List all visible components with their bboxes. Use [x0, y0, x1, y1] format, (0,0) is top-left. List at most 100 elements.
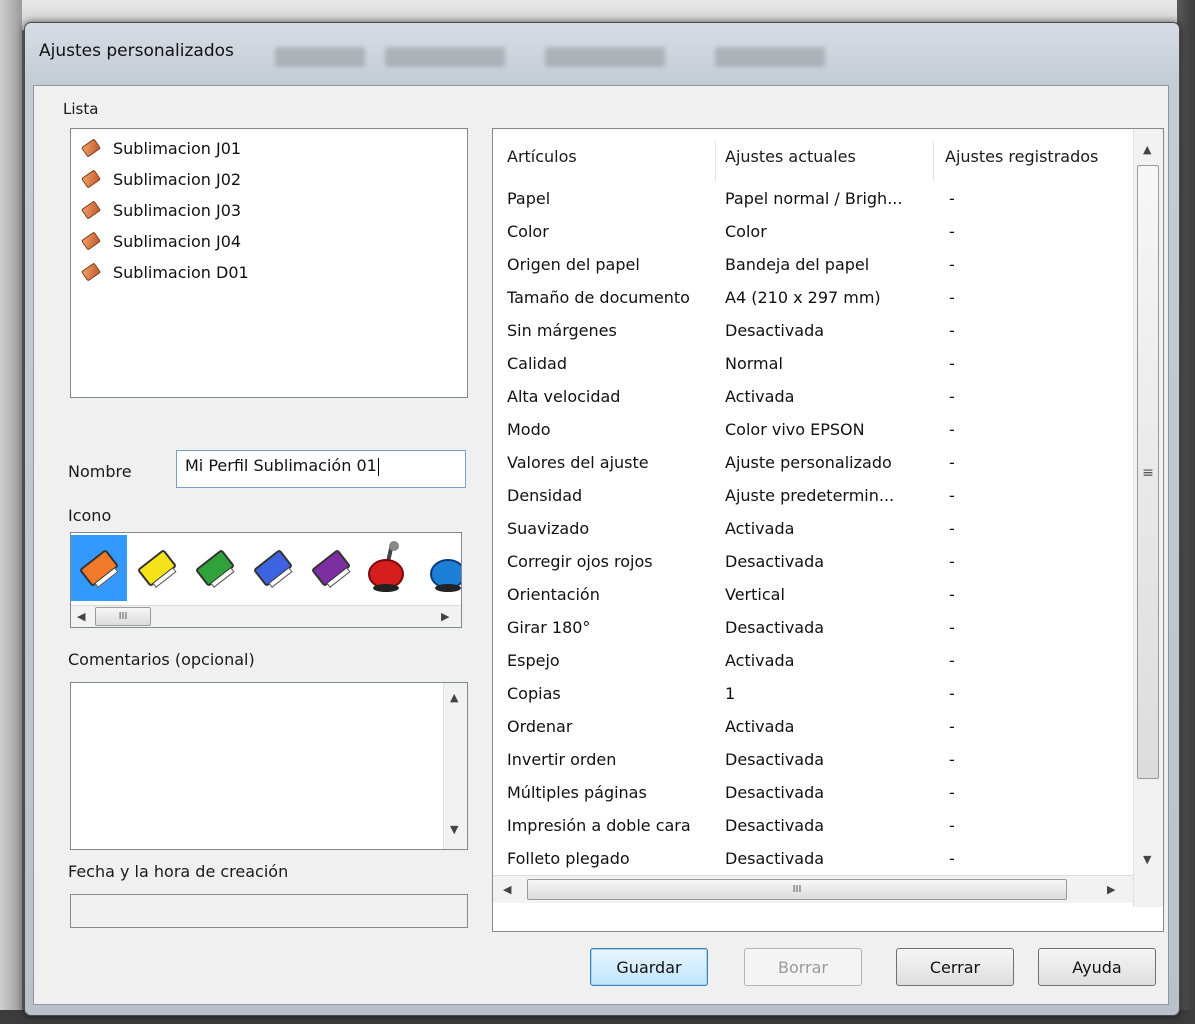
- ayuda-button[interactable]: Ayuda: [1038, 948, 1156, 986]
- comentarios-textarea[interactable]: ▲ ▼: [70, 682, 468, 850]
- scroll-up-arrow-icon[interactable]: ▲: [1143, 143, 1151, 156]
- icon-option-orange[interactable]: [71, 535, 127, 601]
- table-cell: -: [949, 189, 955, 208]
- fecha-label: Fecha y la hora de creación: [68, 862, 289, 881]
- column-header-ajustes-actuales[interactable]: Ajustes actuales: [725, 147, 856, 166]
- table-row[interactable]: Sin márgenes Desactivada -: [493, 315, 1133, 348]
- icon-option-green[interactable]: [187, 535, 243, 601]
- icon-horizontal-scrollbar[interactable]: ◀ III ▶: [71, 605, 461, 627]
- comentarios-vertical-scrollbar[interactable]: ▲ ▼: [443, 683, 467, 849]
- table-cell: Activada: [725, 519, 795, 538]
- table-cell: -: [949, 354, 955, 373]
- profile-icon: [81, 200, 101, 220]
- table-row[interactable]: Color Color -: [493, 216, 1133, 249]
- list-item-label: Sublimacion J04: [113, 231, 242, 251]
- scroll-left-arrow-icon[interactable]: ◀: [77, 610, 85, 623]
- table-cell: Color: [725, 222, 767, 241]
- green-book-icon: [194, 548, 236, 588]
- table-cell: Activada: [725, 651, 795, 670]
- icon-picker[interactable]: ◀ III ▶: [70, 532, 462, 628]
- orange-book-icon: [78, 548, 120, 588]
- icon-option-red-stamp[interactable]: [361, 535, 417, 601]
- list-item[interactable]: Sublimacion J01: [81, 133, 241, 163]
- borrar-button[interactable]: Borrar: [744, 948, 862, 986]
- table-cell: -: [949, 420, 955, 439]
- column-header-ajustes-registrados[interactable]: Ajustes registrados: [945, 147, 1098, 166]
- table-cell: -: [949, 387, 955, 406]
- scroll-down-arrow-icon[interactable]: ▼: [450, 823, 458, 836]
- table-row[interactable]: Modo Color vivo EPSON -: [493, 414, 1133, 447]
- blurred-background-tab: [545, 47, 665, 67]
- list-item[interactable]: Sublimacion J02: [81, 164, 241, 194]
- table-row[interactable]: Girar 180° Desactivada -: [493, 612, 1133, 645]
- table-cell: Tamaño de documento: [507, 288, 690, 307]
- table-row[interactable]: Papel Papel normal / Brigh... -: [493, 183, 1133, 216]
- table-row[interactable]: Suavizado Activada -: [493, 513, 1133, 546]
- table-cell: Espejo: [507, 651, 560, 670]
- table-cell: -: [949, 453, 955, 472]
- table-row[interactable]: Valores del ajuste Ajuste personalizado -: [493, 447, 1133, 480]
- profile-icon: [81, 262, 101, 282]
- table-vertical-scrollbar[interactable]: ▲ ≡ ▼: [1133, 129, 1163, 907]
- scroll-up-arrow-icon[interactable]: ▲: [450, 691, 458, 704]
- table-row[interactable]: Densidad Ajuste predetermin... -: [493, 480, 1133, 513]
- table-horizontal-scrollbar[interactable]: ◀ III ▶: [493, 875, 1133, 903]
- text-caret: [377, 457, 379, 476]
- scroll-down-arrow-icon[interactable]: ▼: [1143, 853, 1151, 866]
- table-cell: -: [949, 585, 955, 604]
- blurred-background-tab: [715, 47, 825, 67]
- table-row[interactable]: Calidad Normal -: [493, 348, 1133, 381]
- table-scrollbar-thumb[interactable]: ≡: [1137, 165, 1159, 779]
- table-row[interactable]: Orientación Vertical -: [493, 579, 1133, 612]
- table-cell: -: [949, 222, 955, 241]
- column-header-articulos[interactable]: Artículos: [507, 147, 577, 166]
- scroll-right-arrow-icon[interactable]: ▶: [1107, 883, 1115, 896]
- table-row[interactable]: Tamaño de documento A4 (210 x 297 mm) -: [493, 282, 1133, 315]
- red-stamp-icon: [368, 541, 404, 592]
- list-item[interactable]: Sublimacion J04: [81, 226, 242, 256]
- icon-option-blue[interactable]: [245, 535, 301, 601]
- table-cell: -: [949, 783, 955, 802]
- table-row[interactable]: Ordenar Activada -: [493, 711, 1133, 744]
- icon-option-yellow[interactable]: [129, 535, 185, 601]
- purple-book-icon: [310, 548, 352, 588]
- table-row[interactable]: Impresión a doble cara Desactivada -: [493, 810, 1133, 843]
- scrollbar-thumb[interactable]: III: [95, 607, 151, 626]
- table-cell: Múltiples páginas: [507, 783, 647, 802]
- table-cell: Desactivada: [725, 618, 825, 637]
- table-cell: Vertical: [725, 585, 785, 604]
- table-row[interactable]: Alta velocidad Activada -: [493, 381, 1133, 414]
- cerrar-button[interactable]: Cerrar: [896, 948, 1014, 986]
- table-cell: -: [949, 849, 955, 868]
- table-cell: Sin márgenes: [507, 321, 617, 340]
- list-item[interactable]: Sublimacion J03: [81, 195, 241, 225]
- table-row[interactable]: Invertir orden Desactivada -: [493, 744, 1133, 777]
- table-hscrollbar-thumb[interactable]: III: [527, 879, 1067, 900]
- list-item[interactable]: Sublimacion D01: [81, 257, 249, 287]
- table-cell: Desactivada: [725, 816, 825, 835]
- table-row[interactable]: Múltiples páginas Desactivada -: [493, 777, 1133, 810]
- yellow-book-icon: [136, 548, 178, 588]
- table-cell: A4 (210 x 297 mm): [725, 288, 881, 307]
- table-row[interactable]: Folleto plegado Desactivada -: [493, 843, 1133, 876]
- table-cell: -: [949, 321, 955, 340]
- table-row[interactable]: Espejo Activada -: [493, 645, 1133, 678]
- title-bar[interactable]: Ajustes personalizados: [25, 23, 1179, 85]
- guardar-button[interactable]: Guardar: [590, 948, 708, 986]
- profile-list[interactable]: Sublimacion J01 Sublimacion J02 Sublimac…: [70, 128, 468, 398]
- table-cell: Impresión a doble cara: [507, 816, 691, 835]
- settings-table[interactable]: Artículos Ajustes actuales Ajustes regis…: [492, 128, 1164, 932]
- scroll-right-arrow-icon[interactable]: ▶: [441, 610, 449, 623]
- scroll-left-arrow-icon[interactable]: ◀: [503, 883, 511, 896]
- custom-settings-dialog: Ajustes personalizados Lista Sublimacion…: [24, 22, 1180, 1016]
- icon-option-purple[interactable]: [303, 535, 359, 601]
- table-row[interactable]: Origen del papel Bandeja del papel -: [493, 249, 1133, 282]
- table-cell: Ajuste personalizado: [725, 453, 892, 472]
- table-cell: Color vivo EPSON: [725, 420, 865, 439]
- profile-icon: [81, 138, 101, 158]
- table-cell: -: [949, 816, 955, 835]
- icon-option-blue-stamp[interactable]: [419, 535, 461, 601]
- table-row[interactable]: Corregir ojos rojos Desactivada -: [493, 546, 1133, 579]
- nombre-input[interactable]: Mi Perfil Sublimación 01: [176, 450, 466, 488]
- table-row[interactable]: Copias 1 -: [493, 678, 1133, 711]
